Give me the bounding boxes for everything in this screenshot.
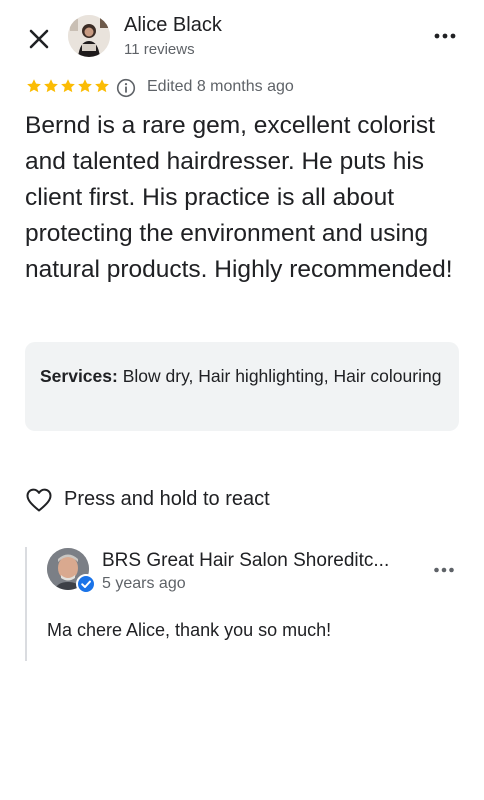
services-label: Services: xyxy=(40,366,118,386)
edited-timestamp: Edited 8 months ago xyxy=(147,78,294,95)
owner-response-time: 5 years ago xyxy=(102,575,186,592)
star-icon xyxy=(78,79,92,93)
react-button[interactable]: Press and hold to react xyxy=(64,488,270,511)
more-options-icon[interactable] xyxy=(432,26,458,46)
review-text: Bernd is a rare gem, excellent colorist … xyxy=(25,112,453,283)
star-icon xyxy=(61,79,75,93)
star-icon xyxy=(95,79,109,93)
heart-outline-icon[interactable] xyxy=(25,487,53,513)
star-icon xyxy=(27,79,41,93)
owner-response-text: Ma chere Alice, thank you so much! xyxy=(47,620,332,640)
services-value: Blow dry, Hair highlighting, Hair colour… xyxy=(122,366,442,386)
star-icon xyxy=(44,79,58,93)
close-icon[interactable] xyxy=(22,22,56,56)
reviewer-review-count: 11 reviews xyxy=(124,41,195,58)
reviewer-avatar[interactable] xyxy=(68,15,110,57)
owner-more-options-icon[interactable] xyxy=(432,562,456,578)
reviewer-name[interactable]: Alice Black xyxy=(124,14,222,37)
info-icon[interactable] xyxy=(116,78,136,98)
owner-name[interactable]: BRS Great Hair Salon Shoreditc... xyxy=(102,550,412,572)
reply-divider xyxy=(25,547,27,661)
services-box: Services: Blow dry, Hair highlighting, H… xyxy=(25,342,459,431)
verified-check-icon xyxy=(76,574,96,594)
star-rating xyxy=(26,78,110,94)
